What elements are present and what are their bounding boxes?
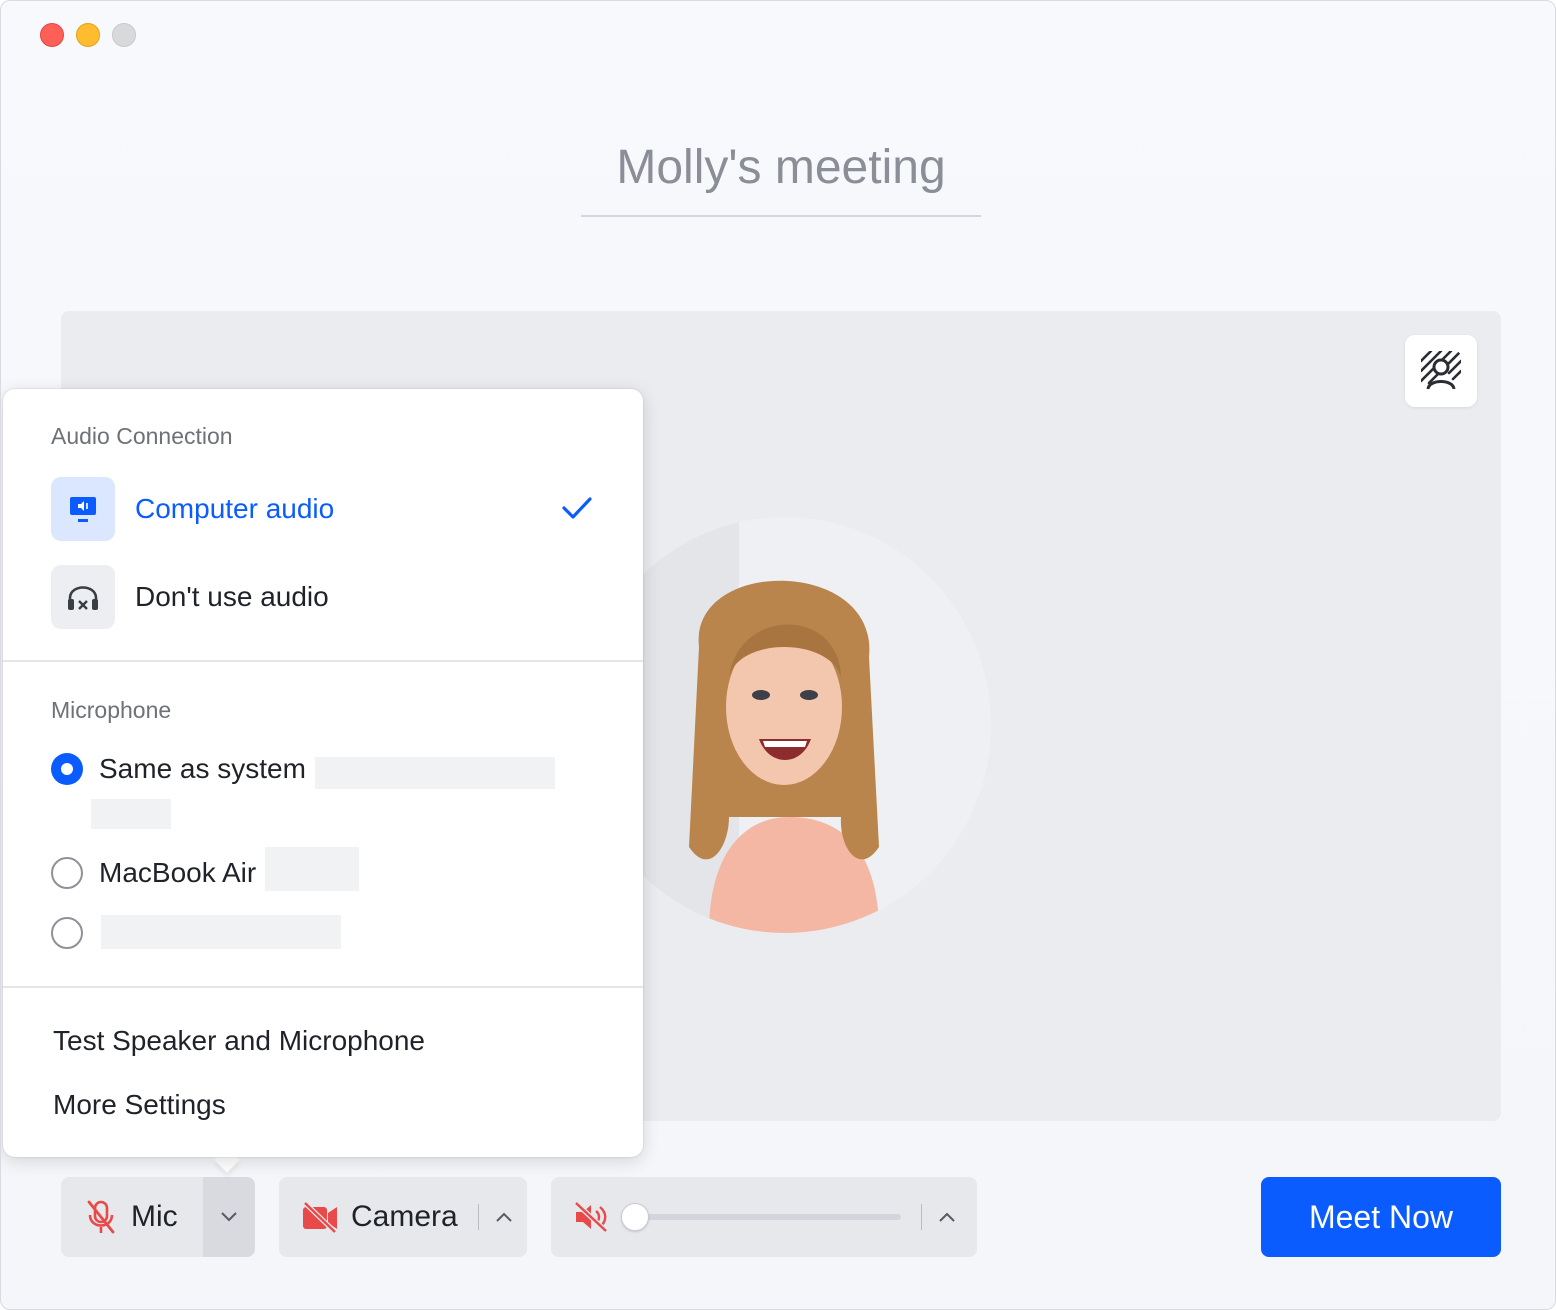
redacted-text <box>91 799 171 829</box>
maximize-window-button[interactable] <box>112 23 136 47</box>
mic-option-other[interactable] <box>51 917 99 949</box>
computer-audio-label: Computer audio <box>135 493 335 524</box>
redacted-text <box>315 757 555 789</box>
virtual-background-button[interactable] <box>1405 335 1477 407</box>
checkmark-icon <box>562 497 592 519</box>
menu-divider <box>3 986 643 988</box>
mic-toggle-button[interactable]: Mic <box>61 1177 203 1257</box>
microphone-heading: Microphone <box>51 697 172 723</box>
app-window: Molly's meeting Mic Camera Meet Now Audi… <box>0 0 1556 1310</box>
test-speaker-mic-item[interactable]: Test Speaker and Microphone <box>53 1025 425 1057</box>
mic-control: Mic <box>61 1177 255 1257</box>
chevron-up-icon[interactable] <box>938 1211 956 1223</box>
radio-selected[interactable] <box>51 753 83 785</box>
chevron-up-icon[interactable] <box>495 1211 513 1223</box>
redacted-text <box>101 915 341 949</box>
chevron-down-icon <box>221 1212 237 1222</box>
speaker-muted-icon[interactable] <box>573 1201 609 1233</box>
slider-track <box>627 1214 901 1220</box>
mic-muted-icon <box>87 1200 115 1234</box>
speaker-control <box>551 1177 977 1257</box>
mic-option-same-as-system[interactable]: Same as system <box>51 753 306 785</box>
slider-thumb[interactable] <box>621 1203 649 1231</box>
divider <box>921 1204 922 1230</box>
dont-use-audio-option[interactable]: Don't use audio <box>51 565 329 629</box>
radio-unselected[interactable] <box>51 917 83 949</box>
more-settings-item[interactable]: More Settings <box>53 1089 226 1121</box>
computer-audio-icon-wrap <box>51 477 115 541</box>
headphones-off-icon <box>68 586 98 610</box>
mic-option-label: Same as system <box>99 753 306 784</box>
mic-option-label: MacBook Air <box>99 857 257 888</box>
mic-label: Mic <box>131 1200 178 1233</box>
meeting-title-input[interactable]: Molly's meeting <box>581 137 981 217</box>
computer-audio-icon <box>70 497 96 522</box>
camera-control[interactable]: Camera <box>279 1177 527 1257</box>
camera-off-icon <box>303 1201 337 1233</box>
menu-divider <box>3 660 643 662</box>
dont-use-audio-label: Don't use audio <box>135 581 329 612</box>
mic-options-button[interactable] <box>203 1177 255 1257</box>
audio-connection-heading: Audio Connection <box>51 423 233 449</box>
virtual-background-icon <box>1421 351 1461 390</box>
close-window-button[interactable] <box>40 23 64 47</box>
divider <box>477 1204 479 1230</box>
meet-now-button[interactable]: Meet Now <box>1261 1177 1501 1257</box>
audio-options-menu: Audio Connection Computer audio Don't us… <box>3 389 643 1157</box>
speaker-volume-slider[interactable] <box>621 1203 901 1231</box>
redacted-text <box>265 847 359 891</box>
camera-label: Camera <box>351 1200 458 1233</box>
minimize-window-button[interactable] <box>76 23 100 47</box>
mic-option-macbook-air[interactable]: MacBook Air <box>51 857 256 889</box>
computer-audio-option[interactable]: Computer audio <box>51 477 334 541</box>
headphones-off-icon-wrap <box>51 565 115 629</box>
radio-unselected[interactable] <box>51 857 83 889</box>
